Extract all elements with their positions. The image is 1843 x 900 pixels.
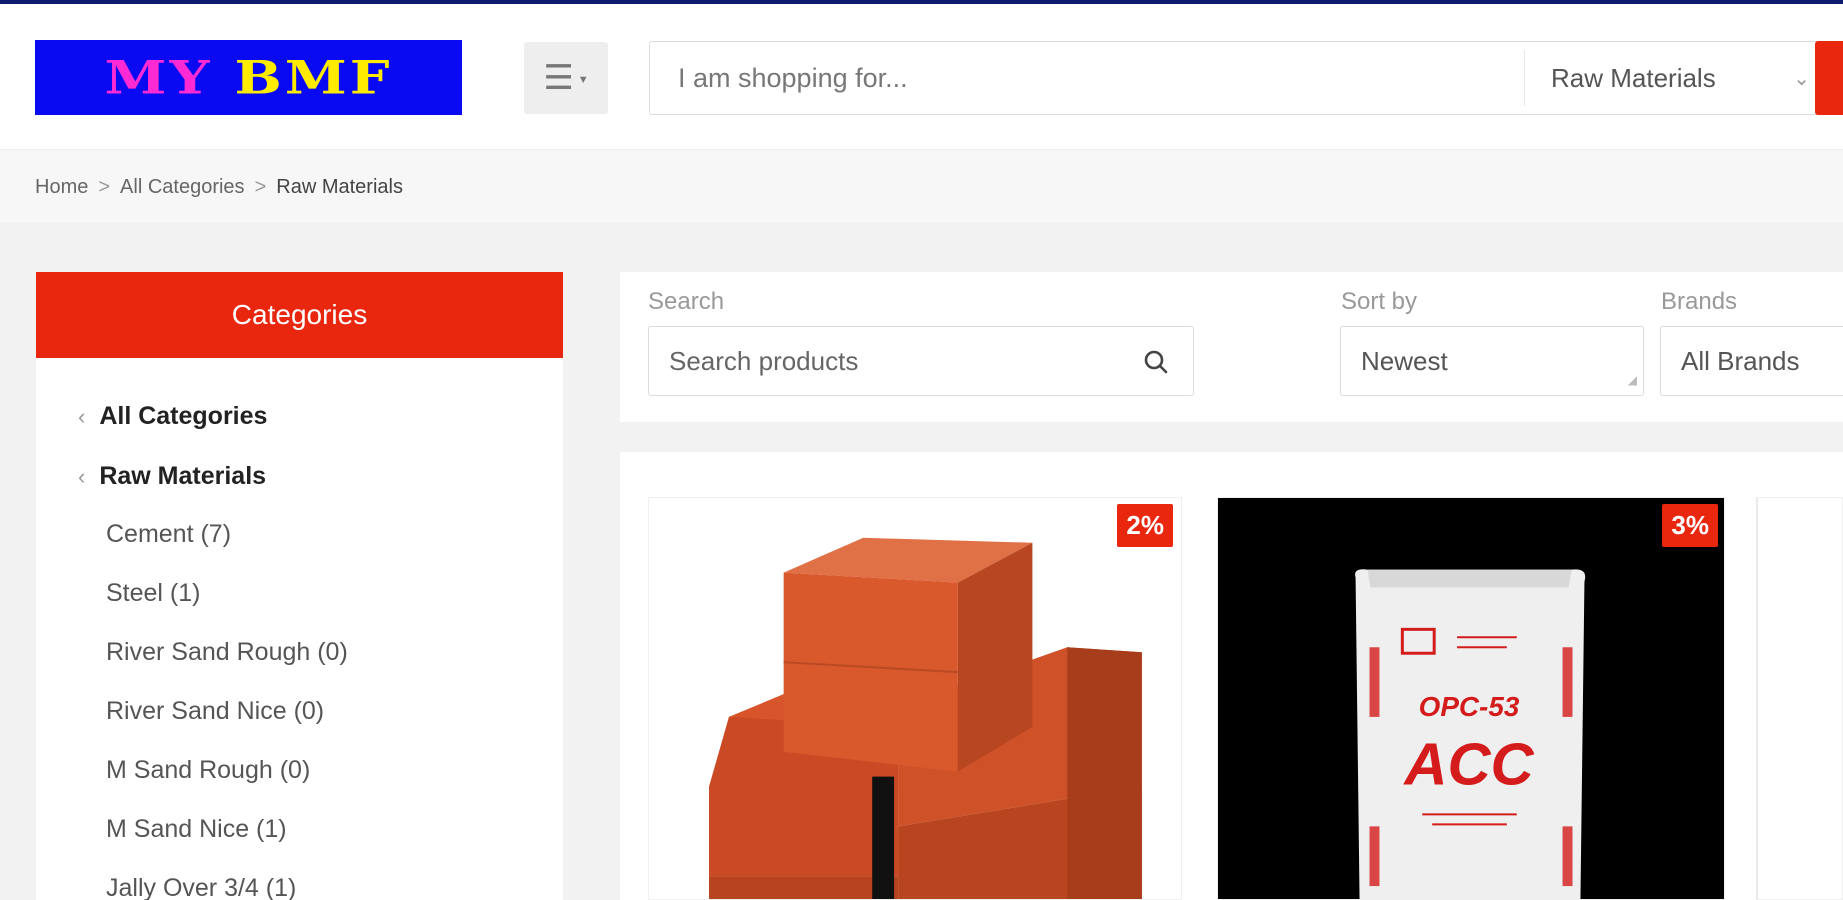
sidebar-item-all-categories[interactable]: ‹ All Categories bbox=[78, 402, 267, 431]
cement-bag-product-image[interactable]: OPC-53 ACC bbox=[1218, 498, 1724, 899]
chevron-left-icon: ‹ bbox=[78, 404, 86, 429]
sort-select[interactable]: Newest ◢ bbox=[1340, 326, 1644, 396]
sidebar-item-steel[interactable]: Steel (1) bbox=[106, 579, 200, 608]
brands-select[interactable]: All Brands bbox=[1660, 326, 1843, 396]
breadcrumb: Home > All Categories > Raw Materials bbox=[35, 176, 403, 199]
sidebar-item-label: All Categories bbox=[99, 402, 268, 430]
breadcrumb-bar: Home > All Categories > Raw Materials bbox=[0, 150, 1843, 222]
breadcrumb-home[interactable]: Home bbox=[35, 176, 88, 199]
sidebar-item-jally[interactable]: Jally Over 3/4 (1) bbox=[106, 874, 296, 900]
select-arrow-icon: ◢ bbox=[1627, 373, 1637, 387]
sort-value: Newest bbox=[1361, 345, 1448, 376]
brick-product-image[interactable] bbox=[649, 498, 1181, 899]
product-search-input[interactable] bbox=[669, 345, 1129, 377]
site-logo[interactable]: MY BMF bbox=[35, 40, 462, 115]
site-header: MY BMF ☰ ▼ Raw Materials ⌄ bbox=[0, 4, 1843, 150]
sidebar-item-river-sand-rough[interactable]: River Sand Rough (0) bbox=[106, 638, 348, 667]
search-category-select[interactable]: Raw Materials ⌄ bbox=[1524, 50, 1820, 106]
breadcrumb-all-categories[interactable]: All Categories bbox=[120, 176, 245, 199]
search-icon[interactable] bbox=[1141, 347, 1171, 377]
product-card[interactable]: 2% bbox=[648, 497, 1182, 900]
sort-label: Sort by bbox=[1341, 288, 1418, 315]
discount-badge: 2% bbox=[1117, 504, 1173, 547]
header-search-input[interactable] bbox=[678, 42, 1518, 114]
sidebar-item-raw-materials[interactable]: ‹ Raw Materials bbox=[78, 462, 266, 491]
bag-grade-text: OPC-53 bbox=[1419, 691, 1520, 722]
product-grid: 2% OPC-53 ACC 3% bbox=[620, 452, 1843, 900]
search-category-value: Raw Materials bbox=[1551, 62, 1716, 93]
brands-value: All Brands bbox=[1681, 345, 1800, 376]
chevron-down-icon: ⌄ bbox=[1793, 68, 1810, 90]
breadcrumb-current: Raw Materials bbox=[276, 176, 403, 198]
logo-word-bmf: BMF bbox=[234, 50, 393, 105]
breadcrumb-separator: > bbox=[254, 176, 267, 198]
category-menu-button[interactable]: ☰ ▼ bbox=[524, 42, 608, 114]
product-filter-panel: Search Sort by Newest ◢ Brands All Brand… bbox=[620, 272, 1843, 422]
sidebar-item-m-sand-nice[interactable]: M Sand Nice (1) bbox=[106, 815, 287, 844]
hamburger-icon: ☰ bbox=[543, 59, 574, 97]
caret-down-icon: ▼ bbox=[577, 74, 589, 86]
sidebar-item-m-sand-rough[interactable]: M Sand Rough (0) bbox=[106, 756, 310, 785]
sidebar-item-river-sand-nice[interactable]: River Sand Nice (0) bbox=[106, 697, 324, 726]
bag-brand-text: ACC bbox=[1402, 731, 1534, 798]
header-search-button[interactable] bbox=[1815, 41, 1843, 115]
logo-word-my: MY bbox=[104, 50, 213, 105]
product-card[interactable]: OPC-53 ACC 3% bbox=[1217, 497, 1725, 900]
header-search-bar: Raw Materials ⌄ bbox=[649, 41, 1819, 115]
sidebar-title: Categories bbox=[36, 272, 563, 358]
sidebar-item-label: Raw Materials bbox=[99, 462, 267, 490]
brands-label: Brands bbox=[1661, 288, 1738, 315]
discount-badge: 3% bbox=[1662, 504, 1718, 547]
product-card[interactable] bbox=[1756, 497, 1843, 900]
category-sidebar: Categories ‹ All Categories ‹ Raw Material… bbox=[36, 272, 563, 900]
sidebar-item-cement[interactable]: Cement (7) bbox=[106, 520, 231, 549]
search-label: Search bbox=[648, 288, 725, 315]
chevron-left-icon: ‹ bbox=[78, 464, 86, 489]
breadcrumb-separator: > bbox=[98, 176, 111, 198]
product-search-box bbox=[648, 326, 1194, 396]
